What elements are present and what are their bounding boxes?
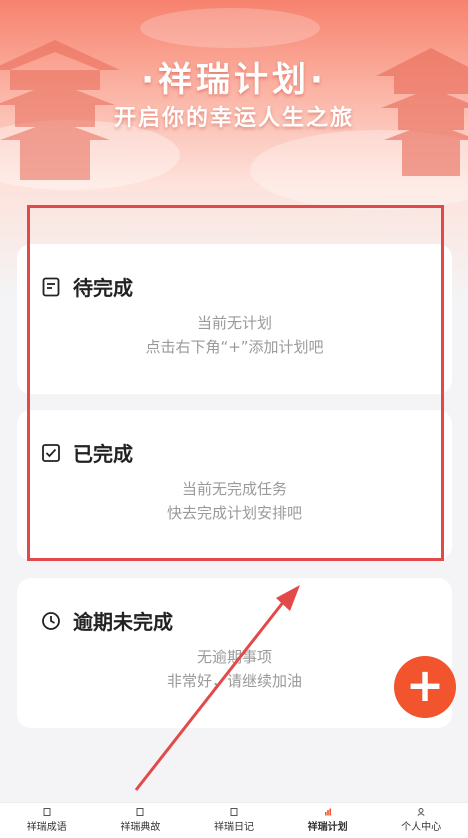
overdue-section-card: 逾期未完成 无逾期事项 非常好，请继续加油 [17,578,452,728]
overdue-empty-hint: 非常好，请继续加油 [166,672,302,690]
page-title: ·祥瑞计划· [141,60,327,100]
tab-idioms[interactable]: 祥瑞成语 [0,803,94,838]
cloud-decoration [140,8,320,48]
page-subtitle: 开启你的幸运人生之旅 [113,106,354,131]
chart-icon [324,808,331,816]
bottom-tab-bar: 祥瑞成语 祥瑞典故 祥瑞日记 祥瑞计划 个人中心 [0,802,468,838]
user-icon [417,808,425,816]
tab-label: 祥瑞成语 [26,822,67,833]
tab-label: 祥瑞日记 [213,822,254,833]
diary-icon [230,808,238,816]
tab-label: 祥瑞典故 [120,822,161,833]
tab-label: 个人中心 [401,822,442,833]
clock-icon [42,611,60,630]
overdue-empty-message: 无逾期事项 [196,648,272,666]
book-icon [43,808,51,816]
tab-profile[interactable]: 个人中心 [374,803,468,838]
tab-label: 祥瑞计划 [307,822,348,833]
overdue-section-title: 逾期未完成 [73,610,173,634]
tab-diary[interactable]: 祥瑞日记 [187,803,281,838]
tab-plan[interactable]: 祥瑞计划 [281,803,375,838]
overdue-section-header: 逾期未完成 [41,606,173,635]
scroll-icon [136,808,144,816]
add-plan-button[interactable]: + [394,656,456,718]
annotation-highlight-box [27,205,444,561]
tab-stories[interactable]: 祥瑞典故 [94,803,188,838]
